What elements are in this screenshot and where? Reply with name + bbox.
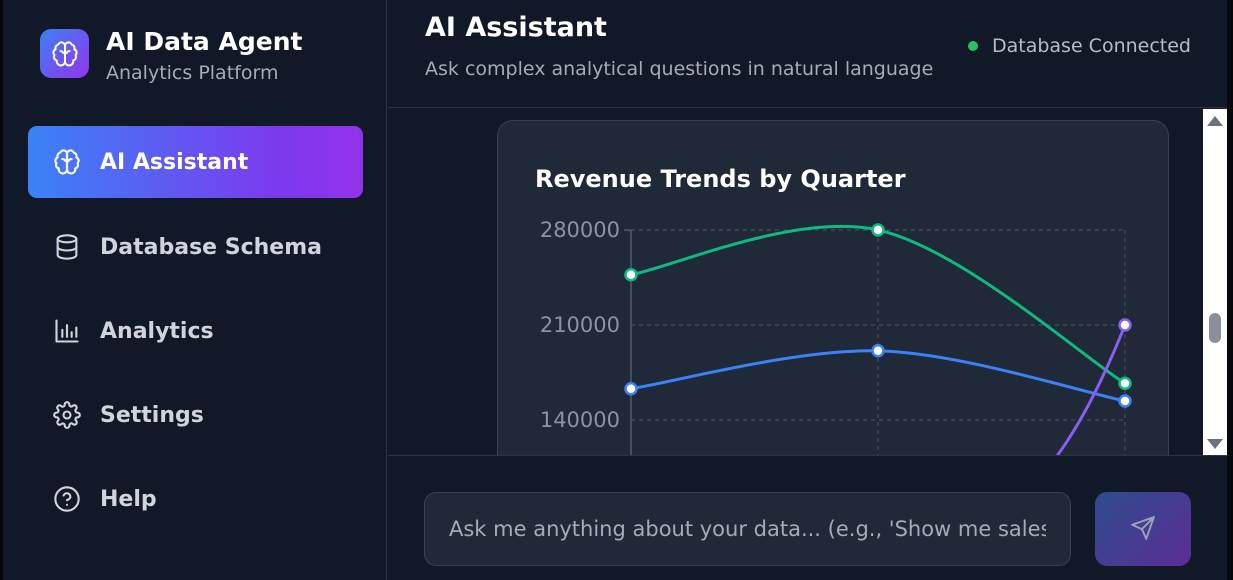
message-composer [388,455,1227,580]
data-point [871,223,885,237]
y-tick-label: 210000 [540,313,620,337]
data-point [1118,376,1132,391]
scrollbar[interactable] [1203,109,1227,455]
chat-messages: Revenue Trends by Quarter 280000 210000 14… [388,109,1203,455]
data-point [1118,318,1132,332]
scroll-up-icon[interactable] [1207,116,1223,126]
send-button[interactable] [1095,492,1191,566]
page-header: AI Assistant Ask complex analytical ques… [388,0,1227,108]
scroll-thumb[interactable] [1209,313,1221,343]
data-point [624,268,638,282]
sidebar-item-ai-assistant[interactable]: AI Assistant [28,126,363,198]
sidebar-item-label: Settings [100,402,204,428]
sidebar-item-label: Analytics [100,318,214,344]
data-point [871,344,885,358]
connection-status: Database Connected [967,35,1191,57]
window-edge [0,0,3,580]
sidebar-item-label: Database Schema [100,234,322,260]
scroll-down-icon[interactable] [1207,439,1223,449]
sidebar: AI Data Agent Analytics Platform AI Assi… [0,0,387,580]
brain-icon [40,29,89,78]
sidebar-item-settings[interactable]: Settings [28,379,363,451]
sidebar-item-database-schema[interactable]: Database Schema [28,211,363,283]
window-edge [1227,0,1233,580]
brand: AI Data Agent Analytics Platform [40,27,303,86]
chat-input[interactable] [424,492,1071,566]
revenue-line-chart: 280000 210000 140000 [540,218,1132,455]
help-circle-icon [52,484,82,514]
sidebar-item-label: Help [100,486,157,512]
status-dot-icon [967,41,978,51]
status-label: Database Connected [991,35,1191,57]
database-icon [52,232,82,262]
data-point [624,382,638,396]
page-subtitle: Ask complex analytical questions in natu… [425,58,934,80]
send-icon [1130,515,1156,544]
sidebar-item-label: AI Assistant [100,149,249,175]
gear-icon [52,400,82,430]
brand-title: AI Data Agent [106,27,303,56]
bar-chart-icon [52,316,82,346]
page-title: AI Assistant [425,12,607,43]
y-tick-label: 140000 [540,408,620,432]
y-tick-label: 280000 [540,218,620,242]
series-line [1055,324,1127,455]
brain-icon [52,147,82,177]
sidebar-item-help[interactable]: Help [28,463,363,535]
data-point [1118,394,1132,408]
brand-subtitle: Analytics Platform [106,62,279,84]
sidebar-item-analytics[interactable]: Analytics [28,295,363,367]
chart-card: Revenue Trends by Quarter 280000 210000 14… [497,120,1169,455]
